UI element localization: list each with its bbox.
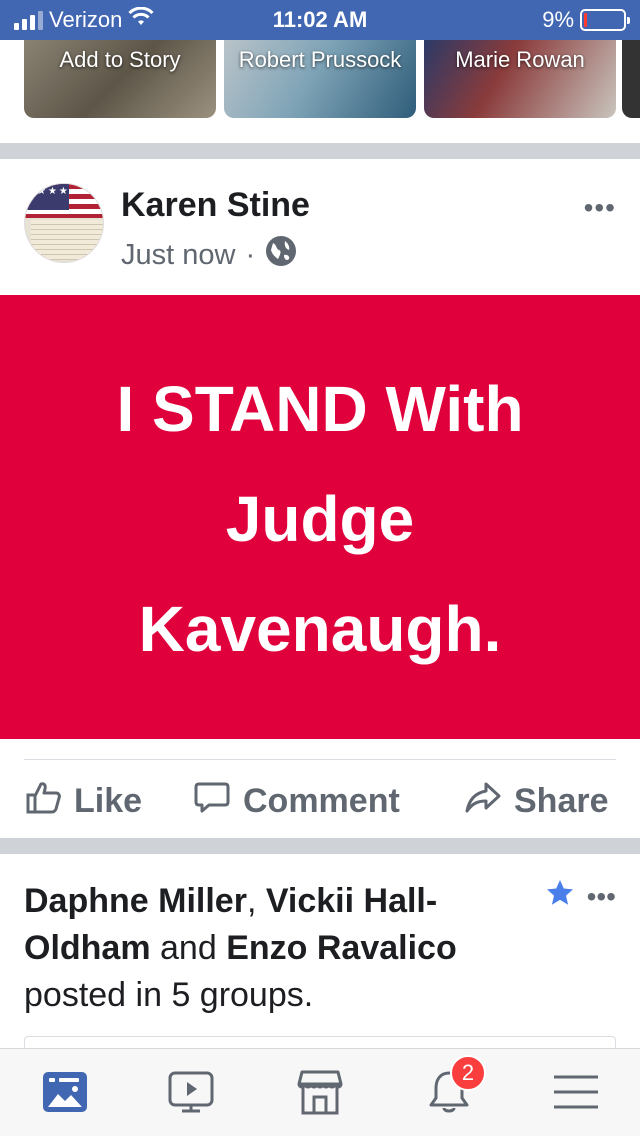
comment-label: Comment: [243, 782, 400, 820]
action-divider: [24, 759, 616, 760]
post-author-name[interactable]: Karen Stine: [121, 186, 310, 225]
poster-name[interactable]: Enzo Ravalico: [226, 929, 457, 967]
globe-icon: [265, 235, 297, 275]
story-label: Marie Rowan: [455, 47, 585, 72]
comment-bubble-icon: [193, 778, 231, 825]
share-button[interactable]: Share: [464, 778, 609, 825]
bottom-tab-bar: 2: [0, 1048, 640, 1136]
story-marie-rowan[interactable]: Marie Rowan: [424, 40, 616, 118]
story-add-to-story[interactable]: Add to Story: [24, 40, 216, 118]
comment-button[interactable]: Comment: [193, 778, 400, 825]
star-icon[interactable]: [545, 878, 575, 915]
stories-tray: Add to Story Robert Prussock Marie Rowan: [0, 40, 640, 143]
avatar[interactable]: ★★★: [24, 183, 104, 263]
text-separator: and: [150, 929, 227, 967]
news-feed-icon[interactable]: [40, 1067, 90, 1117]
status-right: 9%: [542, 7, 630, 33]
post2-controls: •••: [545, 878, 616, 915]
notifications-bell-icon[interactable]: 2: [424, 1055, 486, 1117]
group-post-summary: Daphne Miller, Vickii Hall-Oldham and En…: [24, 878, 524, 1019]
story-label: Add to Story: [59, 47, 181, 72]
meta-separator: ·: [245, 238, 256, 271]
more-horizontal-icon[interactable]: •••: [584, 192, 616, 224]
post-status-text: I STAND With Judge Kavenaugh.: [116, 373, 524, 665]
more-horizontal-icon[interactable]: •••: [587, 881, 616, 913]
notification-count-badge: 2: [450, 1055, 486, 1091]
status-bar: Verizon 11:02 AM 9%: [0, 0, 640, 40]
thumbs-up-icon: [24, 778, 62, 825]
post-timestamp[interactable]: Just now: [121, 239, 235, 272]
story-label: Robert Prussock: [238, 47, 402, 72]
post-actions: Like Comment Share: [0, 770, 640, 830]
marketplace-icon[interactable]: [295, 1067, 345, 1117]
share-arrow-icon: [464, 778, 502, 825]
like-label: Like: [74, 782, 143, 820]
section-divider: [0, 838, 640, 854]
post-status-background: I STAND With Judge Kavenaugh.: [0, 295, 640, 739]
battery-icon: [580, 9, 630, 31]
post-meta: Just now ·: [121, 235, 297, 275]
text-separator: ,: [246, 882, 266, 920]
battery-percent: 9%: [542, 7, 574, 32]
share-label: Share: [514, 782, 609, 820]
menu-icon[interactable]: [551, 1067, 601, 1117]
story-robert-prussock[interactable]: Robert Prussock: [224, 40, 416, 118]
poster-name[interactable]: Daphne Miller: [24, 882, 247, 920]
like-button[interactable]: Like: [24, 778, 142, 825]
story-partial[interactable]: [622, 40, 640, 118]
section-divider: [0, 143, 640, 159]
group-post-suffix: posted in 5 groups.: [24, 976, 314, 1014]
watch-video-icon[interactable]: [166, 1067, 216, 1117]
